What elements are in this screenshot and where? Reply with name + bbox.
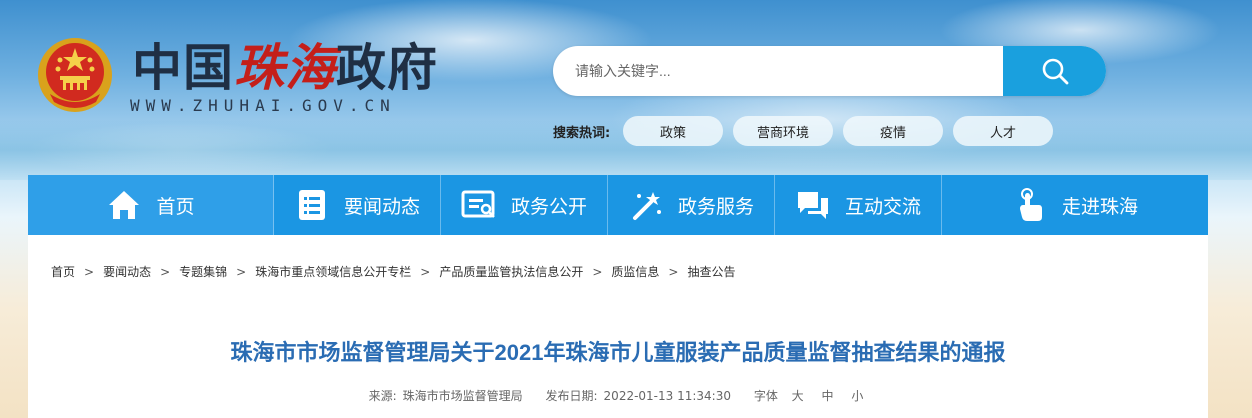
- breadcrumb-quality-info[interactable]: 质监信息: [611, 263, 659, 280]
- article-meta: 来源: 珠海市市场监督管理局 发布日期: 2022-01-13 11:34:30 字…: [28, 387, 1208, 404]
- font-size-large-button[interactable]: 大: [792, 389, 804, 403]
- breadcrumb: 首页 > 要闻动态 > 专题集锦 > 珠海市重点领域信息公开专栏 > 产品质量监…: [51, 263, 735, 280]
- site-name-suffix: 政府: [336, 38, 438, 97]
- nav-item-label: 政务服务: [677, 196, 754, 218]
- nav-item-label: 互动交流: [844, 196, 921, 218]
- source-label: 来源:: [368, 389, 397, 403]
- nav-item-label: 首页: [156, 196, 195, 218]
- content-panel: 首页 > 要闻动态 > 专题集锦 > 珠海市重点领域信息公开专栏 > 产品质量监…: [28, 235, 1208, 418]
- hot-words-label: 搜索热词:: [553, 126, 611, 141]
- date-value: 2022-01-13 11:34:30: [603, 389, 731, 403]
- chat-bubbles-icon: [795, 187, 831, 223]
- source-value: 珠海市市场监督管理局: [402, 389, 523, 403]
- pointing-hand-icon: [1012, 187, 1048, 223]
- nav-item-label: 政务公开: [510, 196, 587, 218]
- breadcrumb-separator: >: [84, 264, 95, 279]
- breadcrumb-inspection-notice[interactable]: 抽查公告: [687, 263, 735, 280]
- font-size-label: 字体: [753, 389, 778, 403]
- list-document-icon: [294, 187, 330, 223]
- breadcrumb-quality-enforcement[interactable]: 产品质量监管执法信息公开: [439, 263, 583, 280]
- nav-item-government-affairs[interactable]: 政务公开: [441, 175, 608, 235]
- search-button[interactable]: [1003, 46, 1106, 96]
- article-title: 珠海市市场监督管理局关于2021年珠海市儿童服装产品质量监督抽查结果的通报: [230, 340, 1006, 365]
- search-box: [553, 46, 1106, 96]
- national-emblem-icon: [38, 38, 112, 112]
- nav-item-about-zhuhai[interactable]: 走进珠海: [942, 175, 1208, 235]
- font-size-small-button[interactable]: 小: [851, 389, 863, 403]
- breadcrumb-separator: >: [668, 264, 679, 279]
- search-input[interactable]: [553, 46, 1003, 96]
- site-url: WWW.ZHUHAI.GOV.CN: [130, 96, 396, 115]
- search-icon: [1042, 58, 1068, 85]
- nav-item-interaction[interactable]: 互动交流: [775, 175, 942, 235]
- nav-item-home[interactable]: 首页: [28, 175, 274, 235]
- hot-word-policy[interactable]: 政策: [623, 116, 723, 146]
- magic-wand-icon: [628, 187, 664, 223]
- open-file-icon: [461, 187, 497, 223]
- main-nav: 首页 要闻动态 政务公开 政务服务 互动交流 走进珠海: [28, 175, 1208, 235]
- breadcrumb-separator: >: [592, 264, 603, 279]
- hot-word-epidemic[interactable]: 疫情: [843, 116, 943, 146]
- breadcrumb-key-areas-column[interactable]: 珠海市重点领域信息公开专栏: [255, 263, 411, 280]
- breadcrumb-separator: >: [160, 264, 171, 279]
- breadcrumb-news[interactable]: 要闻动态: [103, 263, 151, 280]
- site-name[interactable]: 中国珠海政府: [132, 38, 438, 98]
- home-icon: [106, 187, 142, 223]
- date-label: 发布日期:: [545, 389, 598, 403]
- hot-word-talent[interactable]: 人才: [953, 116, 1053, 146]
- breadcrumb-home[interactable]: 首页: [51, 263, 75, 280]
- font-size-medium-button[interactable]: 中: [822, 389, 834, 403]
- site-name-prefix: 中国: [132, 38, 234, 97]
- nav-item-government-services[interactable]: 政务服务: [608, 175, 775, 235]
- breadcrumb-topics[interactable]: 专题集锦: [179, 263, 227, 280]
- nav-item-news[interactable]: 要闻动态: [274, 175, 441, 235]
- breadcrumb-separator: >: [420, 264, 431, 279]
- nav-item-label: 走进珠海: [1061, 196, 1138, 218]
- breadcrumb-separator: >: [236, 264, 247, 279]
- site-name-city: 珠海: [234, 38, 336, 97]
- nav-item-label: 要闻动态: [343, 196, 420, 218]
- hot-word-business-environment[interactable]: 营商环境: [733, 116, 833, 146]
